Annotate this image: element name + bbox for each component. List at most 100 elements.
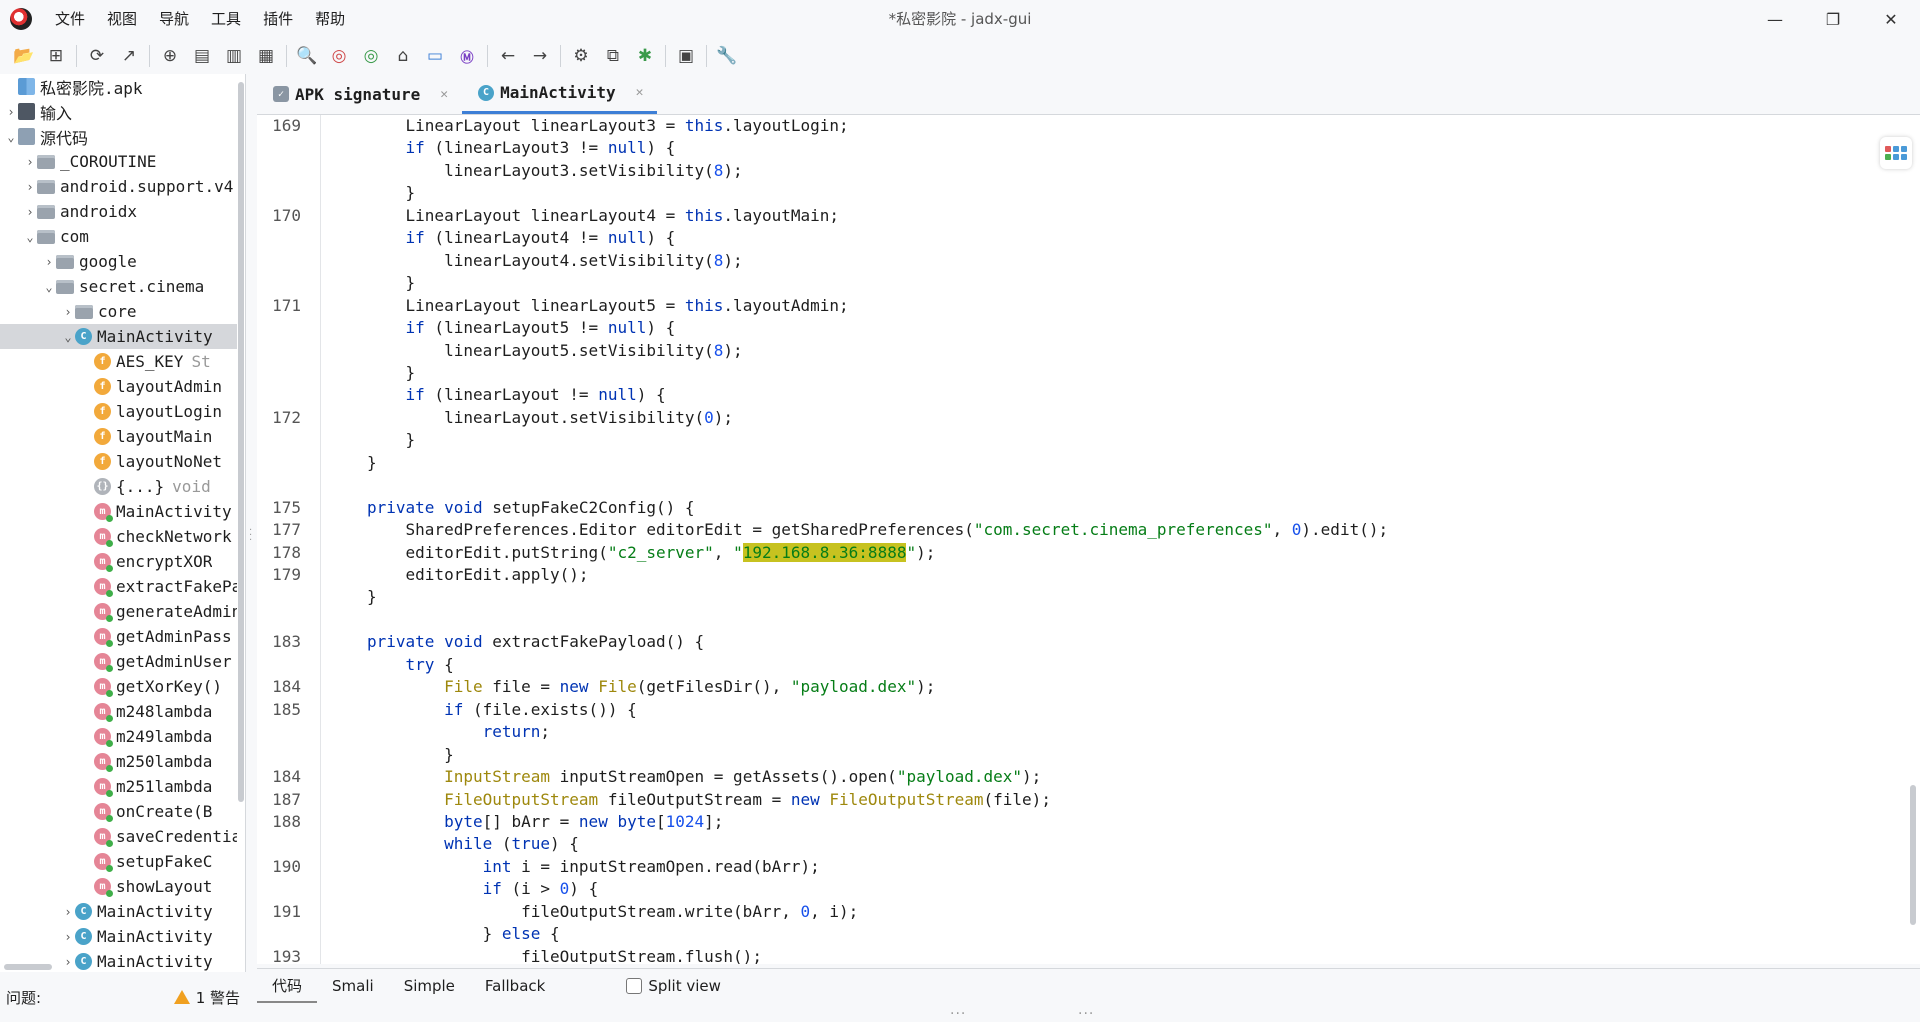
menu-navigation[interactable]: 导航	[148, 0, 200, 38]
project-tree[interactable]: 私密影院.apk › 输入 ⌄ 源代码 › _COROUTINE › android.suppo…	[0, 74, 246, 972]
code-text[interactable]: linearLayout5.setVisibility(8);	[367, 340, 743, 362]
reload-icon[interactable]: ⟳	[81, 41, 113, 71]
chevron-right-icon[interactable]: ›	[61, 930, 75, 944]
tree-item[interactable]: m m251lambda	[0, 774, 238, 799]
code-text[interactable]: while (true) {	[367, 833, 579, 855]
tree-item[interactable]: {} {...} void	[0, 474, 238, 499]
chevron-down-icon[interactable]: ⌄	[42, 280, 56, 294]
warnings-indicator[interactable]: 1 警告	[173, 987, 240, 1008]
usage-search-icon[interactable]: ◎	[355, 41, 387, 71]
tree-item[interactable]: m checkNetwork	[0, 524, 238, 549]
code-text[interactable]: try {	[367, 654, 454, 676]
tree-item[interactable]: mextractFakePayload	[0, 574, 238, 599]
tree-item[interactable]: › 输入	[0, 99, 238, 124]
log-viewer-icon[interactable]: ▭	[419, 41, 451, 71]
code-text[interactable]: FileOutputStream fileOutputStream = new …	[367, 789, 1051, 811]
chevron-right-icon[interactable]: ›	[23, 180, 37, 194]
menu-help[interactable]: 帮助	[304, 0, 356, 38]
code-text[interactable]: LinearLayout linearLayout3 = this.layout…	[367, 115, 849, 137]
tree-item[interactable]: ⌄ 源代码	[0, 124, 238, 149]
tab-smali[interactable]: Smali	[317, 969, 389, 1003]
debugger-icon[interactable]: ✱	[629, 41, 661, 71]
tree-item[interactable]: m m250lambda	[0, 749, 238, 774]
code-text[interactable]: }	[367, 182, 416, 204]
code-text[interactable]: return;	[367, 721, 550, 743]
code-text[interactable]: if (linearLayout != null) {	[367, 384, 666, 406]
code-text[interactable]: linearLayout4.setVisibility(8);	[367, 250, 743, 272]
tab-apk-signature[interactable]: ✓ APK signature ✕	[257, 74, 462, 114]
export-icon[interactable]: ↗	[113, 41, 145, 71]
open-folder-icon[interactable]: 📂	[8, 41, 40, 71]
chevron-right-icon[interactable]: ›	[23, 155, 37, 169]
tree-item[interactable]: m setupFakeC	[0, 849, 238, 874]
chevron-right-icon[interactable]: ›	[61, 905, 75, 919]
code-text[interactable]: if (linearLayout3 != null) {	[367, 137, 676, 159]
chevron-down-icon[interactable]: ⌄	[61, 330, 75, 344]
menu-tools[interactable]: 工具	[200, 0, 252, 38]
tree-item[interactable]: ⌄ C MainActivity	[0, 324, 238, 349]
tree-item[interactable]: m m248lambda	[0, 699, 238, 724]
chevron-right-icon[interactable]: ›	[23, 205, 37, 219]
chevron-right-icon[interactable]: ›	[4, 105, 18, 119]
tree-item[interactable]: › google	[0, 249, 238, 274]
tree-item[interactable]: m getXorKey()	[0, 674, 238, 699]
tree-item[interactable]: m showLayout	[0, 874, 238, 899]
code-text[interactable]: if (linearLayout5 != null) {	[367, 317, 676, 339]
code-text[interactable]: int i = inputStreamOpen.read(bArr);	[367, 856, 820, 878]
chevron-right-icon[interactable]: ›	[61, 305, 75, 319]
tree-item[interactable]: m MainActivity	[0, 499, 238, 524]
tree-item[interactable]: m encryptXOR	[0, 549, 238, 574]
close-tab-icon[interactable]: ✕	[636, 85, 644, 100]
split-view-checkbox[interactable]	[626, 977, 643, 994]
code-text[interactable]: }	[367, 272, 416, 294]
code-text[interactable]: } else {	[367, 923, 560, 945]
menu-plugins[interactable]: 插件	[252, 0, 304, 38]
tree-item[interactable]: ⌄ secret.cinema	[0, 274, 238, 299]
close-tab-icon[interactable]: ✕	[440, 87, 448, 102]
class-search-icon[interactable]: ◎	[323, 41, 355, 71]
code-text[interactable]: editorEdit.apply();	[367, 564, 589, 586]
tree-horizontal-scroll-thumb[interactable]	[4, 964, 52, 970]
code-text[interactable]: if (linearLayout4 != null) {	[367, 227, 676, 249]
tree-item[interactable]: m generateAdmin	[0, 599, 238, 624]
tab-fallback[interactable]: Fallback	[470, 969, 560, 1003]
code-text[interactable]: LinearLayout linearLayout5 = this.layout…	[367, 295, 849, 317]
code-text[interactable]: }	[367, 586, 377, 608]
tab-simple[interactable]: Simple	[389, 969, 470, 1003]
code-text[interactable]: if (file.exists()) {	[367, 699, 637, 721]
tree-item[interactable]: › core	[0, 299, 238, 324]
minimize-button[interactable]: —	[1746, 0, 1804, 38]
home-icon[interactable]: ⌂	[387, 41, 419, 71]
tree-item[interactable]: 私密影院.apk	[0, 74, 238, 99]
tab-code[interactable]: 代码	[257, 969, 318, 1003]
split-view-toggle[interactable]: Split view	[626, 977, 721, 995]
code-text[interactable]: private void setupFakeC2Config() {	[367, 497, 695, 519]
chevron-down-icon[interactable]: ⌄	[23, 230, 37, 244]
code-text[interactable]: }	[367, 452, 377, 474]
code-text[interactable]: File file = new File(getFilesDir(), "pay…	[367, 676, 935, 698]
tree-item[interactable]: f layoutNoNet	[0, 449, 238, 474]
flatten-packages-icon[interactable]: ▤	[186, 41, 218, 71]
decompile-all-icon[interactable]: ⚙	[565, 41, 597, 71]
tab-main-activity[interactable]: C MainActivity ✕	[462, 74, 658, 114]
chevron-right-icon[interactable]: ›	[42, 255, 56, 269]
tree-item[interactable]: m getAdminUser	[0, 649, 238, 674]
tree-item[interactable]: m getAdminPass	[0, 624, 238, 649]
quark-icon[interactable]: ⧉	[597, 41, 629, 71]
menu-view[interactable]: 视图	[96, 0, 148, 38]
sync-tree-icon[interactable]: ⊕	[154, 41, 186, 71]
maximize-button[interactable]: ❐	[1804, 0, 1862, 38]
tree-item[interactable]: msaveCredentials	[0, 824, 238, 849]
code-text[interactable]: linearLayout.setVisibility(0);	[367, 407, 733, 429]
menu-file[interactable]: 文件	[44, 0, 96, 38]
tree-item[interactable]: › _COROUTINE	[0, 149, 238, 174]
tree-item[interactable]: › C MainActivity	[0, 924, 238, 949]
splitter-handle[interactable]: · · ·	[249, 526, 255, 546]
editor-scroll-thumb[interactable]	[1910, 785, 1916, 925]
chevron-down-icon[interactable]: ⌄	[4, 130, 18, 144]
search-icon[interactable]: 🔍	[291, 41, 323, 71]
code-text[interactable]: }	[367, 429, 416, 451]
tree-scrollbar[interactable]	[237, 74, 245, 972]
editor-scrollbar[interactable]	[1906, 115, 1920, 964]
code-text[interactable]: private void extractFakePayload() {	[367, 631, 704, 653]
